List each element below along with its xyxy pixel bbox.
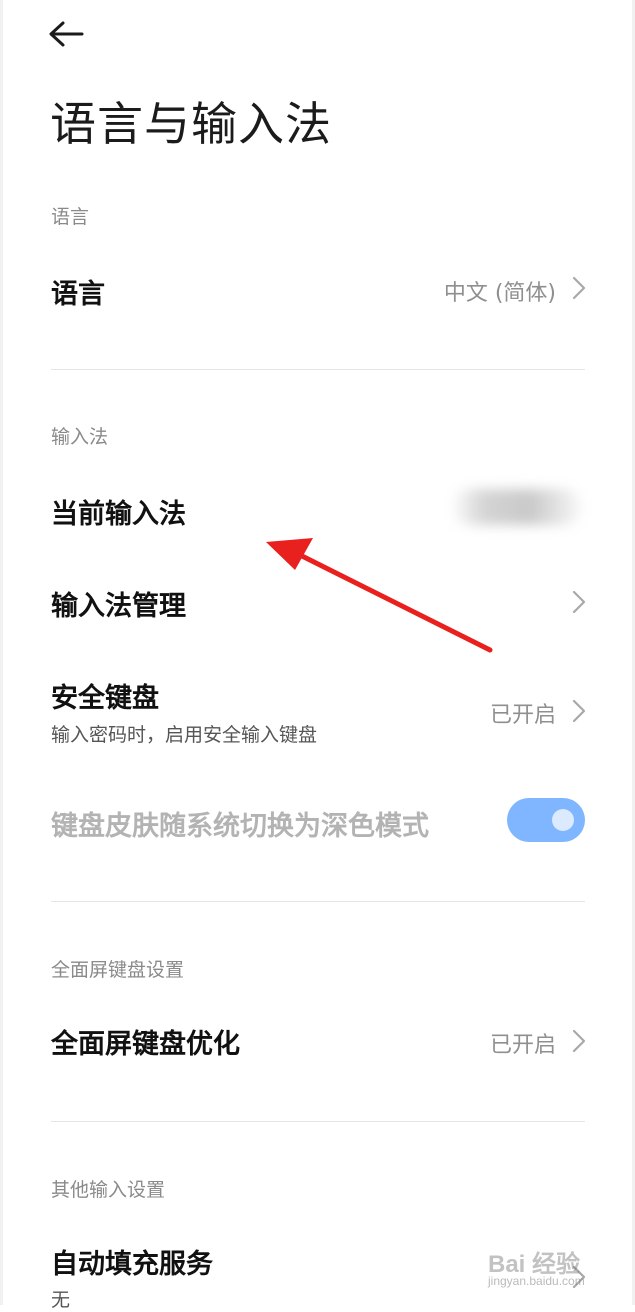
secure-keyboard-subtitle: 输入密码时，启用安全输入键盘 xyxy=(51,724,318,746)
section-header-language: 语言 xyxy=(51,206,90,228)
fullscreen-keyboard-optimize-value: 已开启 xyxy=(489,1033,556,1058)
current-input-method-title: 当前输入法 xyxy=(51,499,186,530)
section-header-input-method: 输入法 xyxy=(51,426,109,448)
section-header-fullscreen-keyboard: 全面屏键盘设置 xyxy=(51,959,185,981)
left-edge-shadow xyxy=(0,0,3,1305)
chevron-right-icon xyxy=(568,275,588,301)
chevron-right-icon xyxy=(568,1028,588,1054)
chevron-right-icon xyxy=(568,589,588,615)
input-method-manage-title: 输入法管理 xyxy=(51,591,186,622)
red-pointer-arrow xyxy=(266,538,493,653)
chevron-right-icon xyxy=(568,698,588,724)
divider xyxy=(51,901,585,902)
language-row-value: 中文 (简体) xyxy=(443,281,556,306)
divider xyxy=(51,369,585,370)
fullscreen-keyboard-optimize-title: 全面屏键盘优化 xyxy=(51,1029,240,1060)
blurred-current-input-method-value xyxy=(452,489,582,525)
divider xyxy=(51,1121,585,1122)
autofill-service-subtitle: 无 xyxy=(51,1289,71,1311)
autofill-service-title: 自动填充服务 xyxy=(51,1249,213,1280)
page-title: 语言与输入法 xyxy=(50,97,332,151)
toggle-knob xyxy=(552,809,574,831)
arrow-left-icon xyxy=(49,21,84,47)
section-header-other-input: 其他输入设置 xyxy=(51,1179,166,1201)
dark-skin-toggle[interactable] xyxy=(507,798,585,842)
back-button[interactable] xyxy=(46,18,86,52)
secure-keyboard-value: 已开启 xyxy=(489,703,556,728)
dark-skin-title: 键盘皮肤随系统切换为深色模式 xyxy=(51,811,429,842)
watermark-url: jingyan.baidu.com xyxy=(488,1274,585,1288)
baidu-jingyan-watermark: Bai 经验 jingyan.baidu.com xyxy=(484,1234,608,1294)
secure-keyboard-title: 安全键盘 xyxy=(51,683,159,714)
fullscreen-keyboard-optimize-row[interactable]: 全面屏键盘优化 已开启 xyxy=(0,1002,635,1082)
input-method-manage-row[interactable]: 输入法管理 xyxy=(0,562,635,642)
secure-keyboard-row[interactable]: 安全键盘 输入密码时，启用安全输入键盘 已开启 xyxy=(0,664,635,764)
language-row-title: 语言 xyxy=(51,279,105,310)
language-row[interactable]: 语言 中文 (简体) xyxy=(0,250,635,330)
